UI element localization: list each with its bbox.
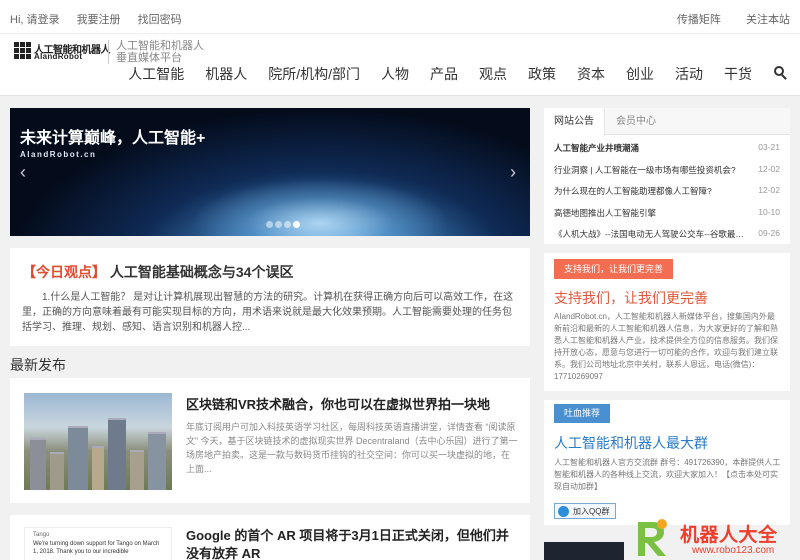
tab-member-center[interactable]: 会员中心 <box>606 108 666 135</box>
banner-carousel[interactable]: 未来计算巅峰，人工智能+ AIandRobot.cn ‹ › <box>10 108 530 236</box>
watermark-url: www.robo123.com <box>692 545 775 556</box>
site-logo[interactable]: 人工智能和机器人 AIandRobot <box>14 41 111 61</box>
support-us-button[interactable]: 支持我们，让我们更完善 <box>554 259 674 279</box>
notice-date: 10-10 <box>758 206 780 217</box>
article-thumbnail[interactable]: Tango We're turning down support for Tan… <box>24 527 172 560</box>
notice-item[interactable]: 《人机大战》--法国电动无人驾驶公交车--谷歌最新... 09-26 <box>554 228 780 250</box>
watermark-name: 机器人大全 <box>680 525 778 546</box>
notice-date: 03-21 <box>758 142 780 152</box>
nav-item-people[interactable]: 人物 <box>381 64 409 84</box>
banner-earth-glow <box>190 178 450 236</box>
notice-title[interactable]: 行业洞察 | 人工智能在一级市场有哪些投资机会? <box>554 164 736 176</box>
nav-item-startup[interactable]: 创业 <box>626 64 654 84</box>
register-link[interactable]: 我要注册 <box>77 14 121 26</box>
article-title[interactable]: 区块链和VR技术融合，你也可以在虚拟世界拍一块地 <box>186 394 490 413</box>
main-nav: 人工智能 机器人 院所/机构/部门 人物 产品 观点 政策 资本 创业 活动 干… <box>107 64 788 84</box>
opinion-title[interactable]: 人工智能基础概念与34个误区 <box>110 264 294 280</box>
watermark-logo-icon <box>638 519 667 556</box>
support-heading: 支持我们，让我们更完善 <box>554 290 708 306</box>
logo-text-en: AIandRobot <box>34 52 83 61</box>
today-opinion-card: 【今日观点】 人工智能基础概念与34个误区 1.什么是人工智能？ 是对让计算机展… <box>10 248 530 346</box>
top-bar: Hi, 请登录 我要注册 找回密码 传播矩阵 关注本站 <box>0 0 800 34</box>
recommend-widget: 吐血推荐 人工智能和机器人最大群 人工智能和机器人官方交流群 群号：491726… <box>544 400 790 525</box>
nav-item-institutions[interactable]: 院所/机构/部门 <box>268 64 360 84</box>
article-title[interactable]: Google 的首个 AR 项目将于3月1日正式关闭，但他们并没有放弃 AR <box>186 527 518 560</box>
carousel-prev-icon[interactable]: ‹ <box>20 162 26 183</box>
notice-item[interactable]: 人工智能产业井喷潮涌 03-21 <box>554 142 780 164</box>
logo-grid-icon <box>14 42 31 59</box>
account-links: Hi, 请登录 我要注册 找回密码 <box>10 11 196 27</box>
notice-date: 09-26 <box>758 228 780 239</box>
article-thumbnail[interactable] <box>24 393 172 490</box>
site-slogan: 人工智能和机器人 垂直媒体平台 <box>116 40 204 64</box>
opinion-tag: 【今日观点】 <box>22 264 106 280</box>
media-matrix-link[interactable]: 传播矩阵 <box>677 14 721 26</box>
join-qq-group-button[interactable]: 加入QQ群 <box>554 503 617 519</box>
article-excerpt: 年底订阅用户可加入科技英语学习社区，每周科技英语直播讲堂，详情查看 “阅读原文”… <box>186 422 518 474</box>
site-header: 人工智能和机器人 AIandRobot 人工智能和机器人 垂直媒体平台 人工智能… <box>0 34 800 96</box>
notice-title[interactable]: 高德地图推出人工智能引擎 <box>554 207 656 219</box>
latest-section-title: 最新发布 <box>10 357 66 373</box>
notice-item[interactable]: 行业洞察 | 人工智能在一级市场有哪些投资机会? 12-02 <box>554 164 780 186</box>
notice-title[interactable]: 人工智能产业井喷潮涌 <box>554 142 639 154</box>
notice-list: 人工智能产业井喷潮涌 03-21 行业洞察 | 人工智能在一级市场有哪些投资机会… <box>554 142 780 250</box>
notice-tabs: 网站公告 会员中心 <box>544 108 790 136</box>
notice-item[interactable]: 为什么现在的人工智能助理都像人工智障? 12-02 <box>554 185 780 207</box>
article-item: 区块链和VR技术融合，你也可以在虚拟世界拍一块地 年底订阅用户可加入科技英语学习… <box>10 378 530 503</box>
search-icon[interactable] <box>774 66 788 80</box>
logo-divider <box>108 40 109 64</box>
notice-title[interactable]: 《人机大战》--法国电动无人驾驶公交车--谷歌最新... <box>554 228 744 240</box>
banner-subtitle: AIandRobot.cn <box>20 150 97 159</box>
opinion-heading[interactable]: 【今日观点】 人工智能基础概念与34个误区 <box>22 262 293 282</box>
site-links: 传播矩阵 关注本站 <box>655 11 790 27</box>
nav-item-ai[interactable]: 人工智能 <box>128 64 184 84</box>
nav-item-products[interactable]: 产品 <box>430 64 458 84</box>
carousel-next-icon[interactable]: › <box>510 162 516 183</box>
slogan-line-2: 垂直媒体平台 <box>116 52 182 64</box>
opinion-excerpt: 1.什么是人工智能？ 是对让计算机展现出智慧的方法的研究。计算机在获得正确方向后… <box>22 292 514 333</box>
carousel-dot-active[interactable] <box>293 221 300 228</box>
sidebar-ad-image[interactable] <box>544 542 624 560</box>
tab-site-notice[interactable]: 网站公告 <box>544 108 605 136</box>
recommend-description: 人工智能和机器人官方交流群 群号：491726390，本群提供人工智能和机器人的… <box>554 458 781 491</box>
join-qq-group-label: 加入QQ群 <box>573 507 610 516</box>
recommend-button[interactable]: 吐血推荐 <box>554 404 611 423</box>
follow-site-link[interactable]: 关注本站 <box>746 14 790 26</box>
article-item: Tango We're turning down support for Tan… <box>10 515 530 560</box>
qq-icon <box>558 506 569 517</box>
notice-item[interactable]: 高德地图推出人工智能引擎 10-10 <box>554 207 780 229</box>
notice-title[interactable]: 为什么现在的人工智能助理都像人工智障? <box>554 185 712 197</box>
recover-password-link[interactable]: 找回密码 <box>138 14 182 26</box>
notice-widget: 网站公告 会员中心 人工智能产业井喷潮涌 03-21 行业洞察 | 人工智能在一… <box>544 108 790 244</box>
nav-item-events[interactable]: 活动 <box>675 64 703 84</box>
slogan-line-1: 人工智能和机器人 <box>116 40 204 52</box>
nav-item-capital[interactable]: 资本 <box>577 64 605 84</box>
recommend-heading[interactable]: 人工智能和机器人最大群 <box>554 433 708 453</box>
thumbnail-text: We're turning down support for Tango on … <box>33 541 160 555</box>
carousel-dot[interactable] <box>275 221 282 228</box>
notice-date: 12-02 <box>758 185 780 196</box>
carousel-dots <box>266 221 302 228</box>
nav-item-opinions[interactable]: 观点 <box>479 64 507 84</box>
carousel-dot[interactable] <box>284 221 291 228</box>
support-description: AIandRobot.cn，人工智能和机器人新媒体平台，搜集国内外最新前沿和最新… <box>554 312 778 381</box>
login-link[interactable]: Hi, 请登录 <box>10 14 60 26</box>
nav-item-robot[interactable]: 机器人 <box>205 64 247 84</box>
nav-item-policy[interactable]: 政策 <box>528 64 556 84</box>
watermark: 机器人大全 www.robo123.com <box>630 516 800 560</box>
thumbnail-caption: Tango <box>33 532 50 538</box>
nav-item-resources[interactable]: 干货 <box>724 64 752 84</box>
carousel-dot[interactable] <box>266 221 273 228</box>
notice-date: 12-02 <box>758 163 780 174</box>
support-widget: 支持我们，让我们更完善 支持我们，让我们更完善 AIandRobot.cn，人工… <box>544 253 790 391</box>
banner-title: 未来计算巅峰，人工智能+ <box>20 130 206 147</box>
